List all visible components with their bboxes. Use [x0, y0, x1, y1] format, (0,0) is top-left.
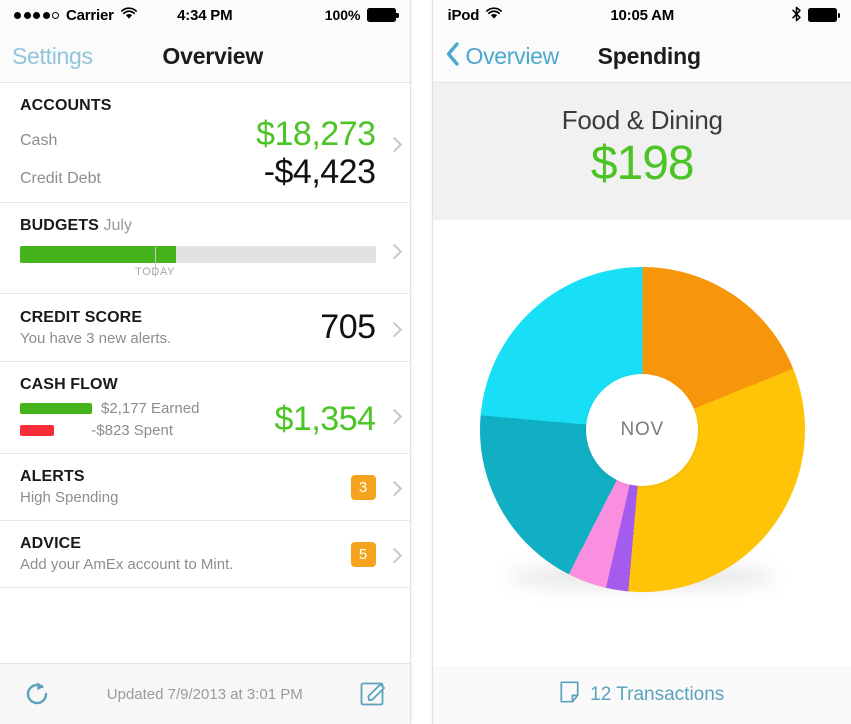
row-alerts[interactable]: ALERTS High Spending 3 [0, 454, 410, 522]
cash-flow-legend: $2,177 Earned -$823 Spent [20, 400, 211, 439]
spending-donut-chart[interactable]: NOV [433, 219, 851, 640]
wifi-icon [486, 6, 503, 24]
status-bar-left-group: iPod [447, 6, 503, 24]
accounts-cash-value: $18,273 [256, 115, 376, 153]
settings-back-button[interactable]: Settings [12, 43, 93, 70]
overview-back-label: Overview [465, 42, 559, 69]
budgets-month-label: July [103, 217, 132, 235]
refresh-icon[interactable] [22, 679, 52, 709]
credit-score-subtitle: You have 3 new alerts. [20, 329, 172, 347]
transactions-link[interactable]: 12 Transactions [433, 666, 851, 724]
note-icon [560, 681, 579, 709]
chevron-right-icon [386, 548, 402, 564]
advice-content: ADVICE Add your AmEx account to Mint. 5 [20, 535, 376, 573]
accounts-debt-label: Credit Debt [20, 169, 101, 187]
signal-strength-icon [14, 11, 59, 19]
cash-flow-spent-label: -$823 Spent [91, 422, 173, 440]
budgets-progress-track [20, 246, 376, 278]
accounts-cash-label: Cash [20, 132, 58, 149]
donut-center-label: NOV [586, 373, 699, 486]
status-bar-right-group: 100% [324, 7, 399, 23]
alerts-title: ALERTS [20, 468, 85, 486]
chevron-right-icon [386, 244, 402, 260]
cash-flow-earned-line: $2,177 Earned [20, 400, 211, 417]
spending-summary-header: Food & Dining $198 [433, 83, 851, 232]
row-cash-flow[interactable]: CASH FLOW $2,177 Earned -$823 Spent $1,3… [0, 362, 410, 455]
alerts-text: ALERTS High Spending [20, 468, 118, 506]
row-credit-score[interactable]: CREDIT SCORE You have 3 new alerts. 705 [0, 294, 410, 363]
last-updated-label: Updated 7/9/2013 at 3:01 PM [106, 685, 303, 703]
nav-bar-left: Settings Overview [0, 30, 410, 83]
panel-gap [410, 0, 433, 724]
carrier-label: Carrier [66, 6, 114, 24]
overview-list: ACCOUNTS Cash $18,273 Credit Debt -$4,42… [0, 83, 410, 589]
spending-amount-label: $198 [590, 137, 695, 190]
advice-text: ADVICE Add your AmEx account to Mint. [20, 535, 233, 573]
status-bar-right-group [791, 6, 840, 25]
budgets-title: BUDGETS July [20, 217, 376, 235]
cash-flow-total: $1,354 [274, 400, 377, 439]
transactions-label: 12 Transactions [590, 684, 725, 705]
advice-subtitle: Add your AmEx account to Mint. [20, 556, 234, 574]
budgets-progress-fill [20, 246, 177, 264]
earned-bar [20, 403, 92, 415]
status-bar-left-group: Carrier [14, 7, 137, 24]
row-accounts[interactable]: ACCOUNTS Cash $18,273 Credit Debt -$4,42… [0, 83, 410, 204]
advice-title: ADVICE [20, 535, 82, 553]
cash-flow-title: CASH FLOW [20, 376, 118, 394]
device-name-label: iPod [447, 6, 480, 24]
accounts-cash-line: Cash $18,273 [20, 115, 376, 153]
chevron-right-icon [386, 321, 402, 338]
chevron-left-icon [445, 41, 461, 72]
app-screenshot: Carrier 4:34 PM 100% Settings Overview A… [0, 0, 851, 724]
accounts-debt-line: Credit Debt -$4,423 [20, 152, 376, 191]
battery-percent-label: 100% [324, 7, 361, 23]
accounts-debt-value: -$4,423 [263, 152, 376, 191]
cash-flow-earned-label: $2,177 Earned [101, 400, 200, 418]
status-bar-right: iPod 10:05 AM [433, 0, 851, 30]
advice-badge: 5 [350, 541, 376, 567]
cash-flow-body: $2,177 Earned -$823 Spent $1,354 [20, 400, 376, 439]
spending-category-label: Food & Dining [561, 105, 723, 135]
battery-full-icon [808, 8, 840, 22]
settings-back-label: Settings [12, 42, 93, 69]
spent-bar [20, 425, 54, 437]
phone-overview-screen: Carrier 4:34 PM 100% Settings Overview A… [0, 0, 411, 724]
compose-icon[interactable] [358, 679, 388, 709]
credit-score-value: 705 [320, 308, 376, 347]
credit-score-text: CREDIT SCORE You have 3 new alerts. [20, 309, 171, 347]
battery-full-icon [366, 8, 399, 22]
nav-bar-right: Overview Spending [433, 30, 851, 83]
donut-ring[interactable]: NOV [479, 267, 805, 593]
wifi-icon [120, 6, 137, 24]
bottom-toolbar: Updated 7/9/2013 at 3:01 PM [0, 663, 410, 724]
cash-flow-spent-line: -$823 Spent [20, 422, 211, 439]
phone-spending-screen: iPod 10:05 AM Overview Spending Food & D… [432, 0, 851, 724]
row-advice[interactable]: ADVICE Add your AmEx account to Mint. 5 [0, 521, 410, 589]
alerts-subtitle: High Spending [20, 489, 119, 507]
alerts-content: ALERTS High Spending 3 [20, 468, 376, 506]
row-budgets[interactable]: BUDGETS July TODAY [0, 203, 410, 295]
budgets-today-label: TODAY [135, 266, 176, 279]
chevron-right-icon [386, 408, 402, 425]
chevron-right-icon [386, 481, 402, 497]
bluetooth-icon [791, 6, 802, 25]
credit-score-content: CREDIT SCORE You have 3 new alerts. 705 [20, 308, 376, 347]
accounts-title: ACCOUNTS [20, 97, 112, 114]
chevron-right-icon [386, 136, 402, 153]
budgets-progress-wrap: TODAY [20, 246, 376, 279]
overview-back-button[interactable]: Overview [445, 41, 559, 72]
status-bar-left: Carrier 4:34 PM 100% [0, 0, 410, 30]
budgets-title-label: BUDGETS [20, 217, 99, 235]
alerts-badge: 3 [350, 474, 376, 500]
credit-score-title: CREDIT SCORE [20, 308, 143, 326]
